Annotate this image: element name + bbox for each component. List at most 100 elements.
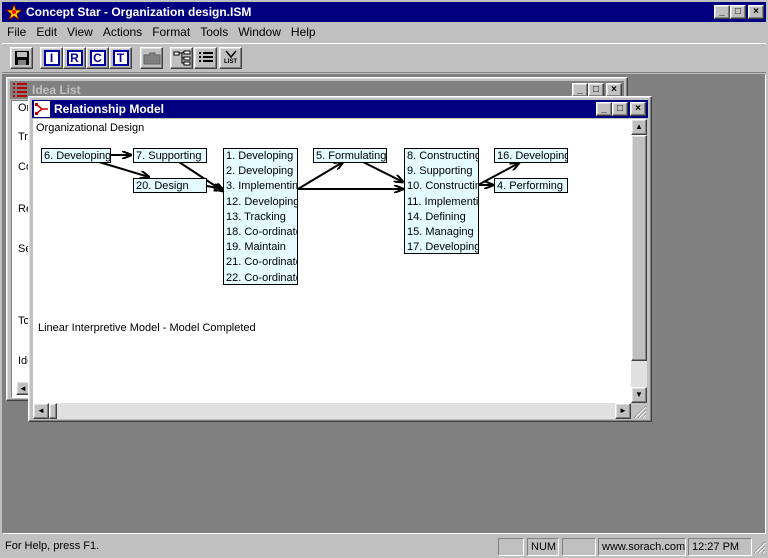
minimize-icon: _ xyxy=(577,84,583,95)
menu-format[interactable]: Format xyxy=(147,25,195,39)
status-caps-panel xyxy=(498,538,524,556)
group2-item[interactable]: 17. Developing xyxy=(405,240,478,253)
status-help-text: For Help, press F1. xyxy=(5,540,100,552)
close-icon: × xyxy=(611,84,617,95)
save-icon xyxy=(14,51,29,65)
rel-maximize-button[interactable]: □ xyxy=(612,102,628,116)
group1-item[interactable]: 13. Tracking xyxy=(224,210,297,225)
scroll-up-button[interactable]: ▲ xyxy=(631,119,647,135)
tree-button[interactable] xyxy=(170,47,193,69)
status-scroll-panel xyxy=(562,538,596,556)
i-icon: I xyxy=(43,50,60,66)
status-website: www.sorach.com xyxy=(598,538,686,556)
list-icon xyxy=(13,83,27,97)
idea-maximize-button[interactable]: □ xyxy=(588,83,604,97)
list-text-label: LIST xyxy=(224,59,237,65)
idea-minimize-button[interactable]: _ xyxy=(572,83,588,97)
t-icon: T xyxy=(112,50,129,66)
maximize-icon: □ xyxy=(616,103,624,114)
model-status-text: Linear Interpretive Model - Model Comple… xyxy=(38,322,256,334)
relationship-canvas[interactable]: Organizational Design 6. Developing 7. S… xyxy=(33,119,631,403)
menu-window[interactable]: Window xyxy=(233,25,286,39)
relationship-model-title: Relationship Model xyxy=(54,102,165,116)
group1-item[interactable]: 12. Developing xyxy=(224,195,297,210)
menu-help[interactable]: Help xyxy=(286,25,321,39)
status-bar: For Help, press F1. NUM www.sorach.com 1… xyxy=(0,536,768,558)
minimize-icon: _ xyxy=(601,103,607,114)
node-6[interactable]: 6. Developing xyxy=(41,148,111,163)
group1-item[interactable]: 3. Implementing xyxy=(224,179,297,194)
node-7[interactable]: 7. Supporting xyxy=(133,148,207,163)
list-button[interactable] xyxy=(194,47,217,69)
maximize-button[interactable]: □ xyxy=(730,5,746,19)
folder-button[interactable] xyxy=(140,47,163,69)
group2-item[interactable]: 9. Supporting xyxy=(405,164,478,179)
relationship-model-window[interactable]: Relationship Model _ □ × Organizational … xyxy=(28,96,652,422)
maximize-icon: □ xyxy=(734,6,742,17)
group2-item[interactable]: 8. Constructing xyxy=(405,149,478,164)
resize-grip-icon[interactable] xyxy=(631,403,647,419)
rel-minimize-button[interactable]: _ xyxy=(596,102,612,116)
group2-item[interactable]: 15. Managing xyxy=(405,225,478,240)
arrow-6-to-20 xyxy=(98,161,149,177)
node-group-1[interactable]: 1. Developing 2. Developing 3. Implement… xyxy=(223,148,298,285)
menu-view[interactable]: View xyxy=(62,25,98,39)
menu-bar: File Edit View Actions Format Tools Wind… xyxy=(2,22,766,42)
close-button[interactable]: × xyxy=(748,5,764,19)
app-title-bar[interactable]: Concept Star - Organization design.ISM _… xyxy=(2,2,766,22)
scroll-down-button[interactable]: ▼ xyxy=(631,387,647,403)
node-16[interactable]: 16. Developing xyxy=(494,148,568,163)
idea-list-title: Idea List xyxy=(32,83,81,97)
group1-item[interactable]: 21. Co-ordinate xyxy=(224,255,297,270)
toolbar: I R C T LIST xyxy=(2,43,766,73)
list-text-button[interactable]: LIST xyxy=(219,47,242,69)
horizontal-scrollbar[interactable]: ◄ ► xyxy=(33,403,631,419)
tree-icon xyxy=(173,50,190,66)
idea-button[interactable]: I xyxy=(40,47,63,69)
status-clock: 12:27 PM xyxy=(688,538,752,556)
list-text-icon: LIST xyxy=(224,50,237,66)
scroll-thumb-horizontal[interactable] xyxy=(49,403,57,419)
menu-actions[interactable]: Actions xyxy=(98,25,147,39)
app-title: Concept Star - Organization design.ISM xyxy=(26,5,252,19)
minimize-icon: _ xyxy=(719,6,725,17)
maximize-icon: □ xyxy=(592,84,600,95)
menu-edit[interactable]: Edit xyxy=(31,25,62,39)
close-icon: × xyxy=(635,103,641,114)
node-20[interactable]: 20. Design xyxy=(133,178,207,193)
scroll-thumb-vertical[interactable] xyxy=(631,135,647,361)
save-button[interactable] xyxy=(10,47,33,69)
node-4[interactable]: 4. Performing xyxy=(494,178,568,193)
status-num-panel: NUM xyxy=(527,538,559,556)
group1-item[interactable]: 19. Maintain xyxy=(224,240,297,255)
node-5[interactable]: 5. Formulating xyxy=(313,148,387,163)
group1-item[interactable]: 1. Developing xyxy=(224,149,297,164)
node-group-2[interactable]: 8. Constructing 9. Supporting 10. Constr… xyxy=(404,148,479,254)
folder-icon xyxy=(143,52,160,65)
group1-item[interactable]: 18. Co-ordinate xyxy=(224,225,297,240)
resize-grip-icon[interactable] xyxy=(752,540,766,554)
c-icon: C xyxy=(89,50,106,66)
rel-close-button[interactable]: × xyxy=(630,102,646,116)
concept-button[interactable]: C xyxy=(86,47,109,69)
group1-item[interactable]: 2. Developing xyxy=(224,164,297,179)
arrow-group1-to-5 xyxy=(297,162,343,190)
group2-item[interactable]: 10. Constructing xyxy=(405,179,478,194)
group2-item[interactable]: 14. Defining xyxy=(405,210,478,225)
menu-tools[interactable]: Tools xyxy=(195,25,233,39)
group2-item[interactable]: 11. Implementing xyxy=(405,195,478,210)
close-icon: × xyxy=(753,6,759,17)
tree-t-button[interactable]: T xyxy=(109,47,132,69)
relationship-button[interactable]: R xyxy=(63,47,86,69)
scroll-right-button[interactable]: ► xyxy=(615,403,631,419)
r-icon: R xyxy=(66,50,83,66)
menu-file[interactable]: File xyxy=(2,25,31,39)
minimize-button[interactable]: _ xyxy=(714,5,730,19)
list-icon xyxy=(198,52,213,62)
scroll-left-button[interactable]: ◄ xyxy=(33,403,49,419)
idea-close-button[interactable]: × xyxy=(606,83,622,97)
relationship-model-title-bar[interactable]: Relationship Model _ □ × xyxy=(32,100,648,118)
relationship-icon xyxy=(34,101,50,117)
vertical-scrollbar[interactable]: ▲ ▼ xyxy=(631,119,647,403)
group1-item[interactable]: 22. Co-ordinate xyxy=(224,271,297,285)
